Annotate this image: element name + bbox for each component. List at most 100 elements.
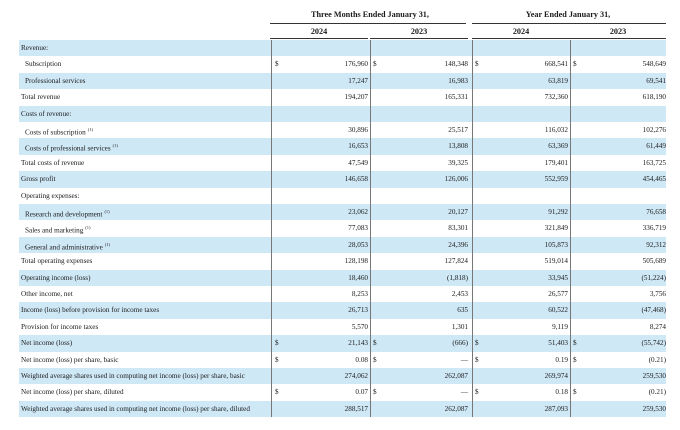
column-divider (370, 302, 371, 319)
row-label: Weighted average shares used in computin… (21, 404, 250, 413)
value-cell: 21,143 (348, 339, 368, 348)
column-divider (370, 400, 371, 418)
value-cell: 668,541 (544, 60, 568, 69)
value-cell: 259,530 (642, 372, 666, 380)
value-cell: 26,713 (348, 306, 368, 315)
value-cell: 336,719 (642, 224, 666, 233)
dollar-sign: $ (373, 388, 377, 397)
column-divider (370, 40, 371, 57)
value-cell: 274,062 (344, 372, 368, 380)
column-divider (570, 286, 571, 303)
column-divider (472, 286, 473, 303)
column-divider (570, 302, 571, 319)
row-label: Gross profit (21, 175, 56, 184)
column-divider (271, 351, 272, 368)
column-divider (570, 269, 571, 286)
value-cell: 60,522 (548, 306, 568, 315)
column-divider (271, 220, 272, 237)
value-cell: 0.18 (555, 388, 568, 397)
column-divider (370, 220, 371, 237)
row-label: Other income, net (21, 290, 73, 298)
value-cell: 91,292 (548, 208, 568, 216)
dollar-sign: $ (275, 60, 279, 69)
dollar-sign: $ (373, 355, 377, 364)
value-cell: 5,570 (351, 322, 368, 331)
column-divider (472, 154, 473, 172)
dollar-sign: $ (475, 339, 479, 348)
column-divider (472, 138, 473, 155)
statement-row: Research and development (1) 23,062 20,127 9… (19, 204, 666, 221)
value-cell: 39,325 (448, 158, 468, 167)
value-cell: 148,348 (444, 60, 468, 69)
value-cell: 23,062 (348, 208, 368, 216)
year-rule (570, 38, 666, 39)
dollar-sign: $ (573, 60, 577, 69)
value-cell: 262,087 (444, 404, 468, 413)
statement-row: Provision for income taxes 5,570 1,301 9,11… (19, 318, 666, 336)
value-cell: 16,983 (448, 76, 468, 85)
column-divider (570, 400, 571, 418)
column-divider (472, 89, 473, 106)
statement-row: Revenue: (19, 40, 666, 57)
value-cell: 269,974 (544, 372, 568, 380)
column-divider (271, 286, 272, 303)
value-cell: 128,198 (344, 257, 368, 266)
value-cell: 519,014 (544, 257, 568, 266)
column-divider (370, 318, 371, 336)
year-rule (472, 38, 570, 39)
statement-row: Net income (loss) per share, diluted $0.0… (19, 384, 666, 401)
column-divider (271, 40, 272, 57)
year-header: 2024 (512, 27, 530, 36)
column-divider (570, 335, 571, 352)
column-divider (370, 368, 371, 385)
column-divider (271, 302, 272, 319)
statement-row: Weighted average shares used in computin… (19, 400, 666, 418)
statement-row: Weighted average shares used in computin… (19, 368, 666, 385)
column-divider (472, 105, 473, 122)
value-cell: 165,331 (444, 93, 468, 102)
column-divider (271, 368, 272, 385)
column-divider (472, 335, 473, 352)
column-divider (370, 122, 371, 139)
row-label: Costs of revenue: (21, 109, 72, 118)
value-cell: (51,224) (641, 273, 666, 282)
value-cell: 105,873 (544, 240, 568, 249)
column-divider (370, 56, 371, 73)
value-cell: 83,301 (448, 224, 468, 233)
column-divider (570, 220, 571, 237)
column-divider (271, 171, 272, 188)
value-cell: 126,006 (444, 175, 468, 184)
column-divider (370, 286, 371, 303)
column-divider (570, 105, 571, 122)
value-cell: 3,756 (649, 290, 666, 298)
column-divider (472, 236, 473, 254)
value-cell: 179,401 (544, 158, 568, 167)
column-divider (472, 253, 473, 270)
column-divider (370, 105, 371, 122)
value-cell: 77,083 (348, 224, 368, 233)
row-label: Operating income (loss) (21, 273, 91, 282)
column-divider (271, 335, 272, 352)
statement-row: Subscription $176,960 $148,348 $668,541 $548… (19, 56, 666, 73)
statement-row: Operating income (loss) 18,460 (1,818) 33,9… (19, 269, 666, 286)
value-cell: 454,465 (642, 175, 666, 184)
column-divider (570, 122, 571, 139)
statement-row: Total costs of revenue 47,549 39,325 179,40… (19, 154, 666, 172)
value-cell: 194,207 (344, 93, 368, 102)
column-divider (271, 187, 272, 204)
column-divider (570, 138, 571, 155)
column-divider (570, 318, 571, 336)
value-cell: 69,541 (646, 76, 666, 85)
value-cell: 24,396 (448, 240, 468, 249)
footnote-marker: (1) (104, 209, 110, 214)
column-divider (472, 351, 473, 368)
row-label: Net income (loss) (21, 339, 73, 348)
column-divider (271, 236, 272, 254)
value-cell: (666) (452, 339, 468, 348)
value-cell: 20,127 (448, 208, 468, 216)
column-divider (271, 253, 272, 270)
value-cell: 16,653 (348, 142, 368, 151)
column-divider (271, 72, 272, 90)
column-divider (370, 351, 371, 368)
column-divider (570, 253, 571, 270)
